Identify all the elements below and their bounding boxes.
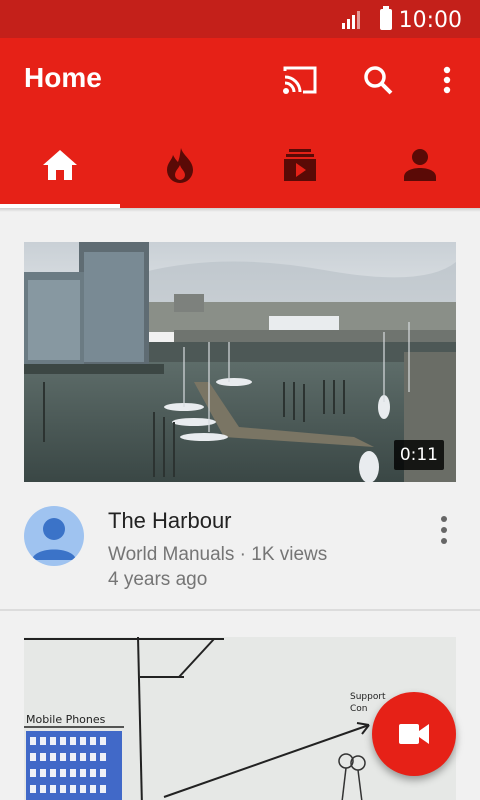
page-title: Home	[24, 62, 102, 93]
harbour-thumbnail-image	[24, 242, 456, 482]
video-options-button[interactable]	[434, 510, 454, 550]
status-bar: 10:00	[0, 0, 480, 38]
person-icon	[32, 518, 76, 560]
tab-home[interactable]	[0, 122, 120, 208]
status-time: 10:00	[398, 8, 462, 33]
more-vert-icon	[443, 66, 451, 94]
tab-trending[interactable]	[120, 122, 240, 208]
account-icon	[404, 149, 436, 181]
battery-icon	[380, 6, 392, 30]
search-icon	[364, 66, 393, 95]
videocam-icon	[399, 724, 429, 744]
app-bar: Home	[0, 38, 480, 122]
whiteboard-label-mobile-phones: Mobile Phones	[26, 713, 106, 726]
video-title[interactable]: The Harbour	[108, 508, 327, 534]
tab-account[interactable]	[360, 122, 480, 208]
cast-button[interactable]	[280, 60, 320, 100]
more-vert-icon	[441, 516, 447, 522]
video-channel-views: World Manuals · 1K views	[108, 544, 328, 565]
video-duration: 0:11	[393, 440, 444, 470]
search-button[interactable]	[358, 60, 398, 100]
subscriptions-icon	[284, 149, 316, 181]
upload-video-button[interactable]	[372, 692, 456, 776]
signal-icon	[342, 11, 360, 29]
video-age: 4 years ago	[108, 569, 208, 590]
video-thumbnail[interactable]: 0:11	[24, 242, 456, 482]
cast-icon	[283, 66, 317, 94]
trending-icon	[167, 148, 193, 183]
home-icon	[43, 150, 77, 180]
channel-avatar[interactable]	[24, 506, 84, 566]
tab-bar	[0, 122, 480, 208]
video-card[interactable]: 0:11 The Harbour World Manuals · 1K view…	[0, 212, 480, 612]
overflow-menu-button[interactable]	[427, 60, 467, 100]
tab-subscriptions[interactable]	[240, 122, 360, 208]
video-meta: The Harbour World Manuals · 1K views 4 y…	[108, 508, 327, 592]
